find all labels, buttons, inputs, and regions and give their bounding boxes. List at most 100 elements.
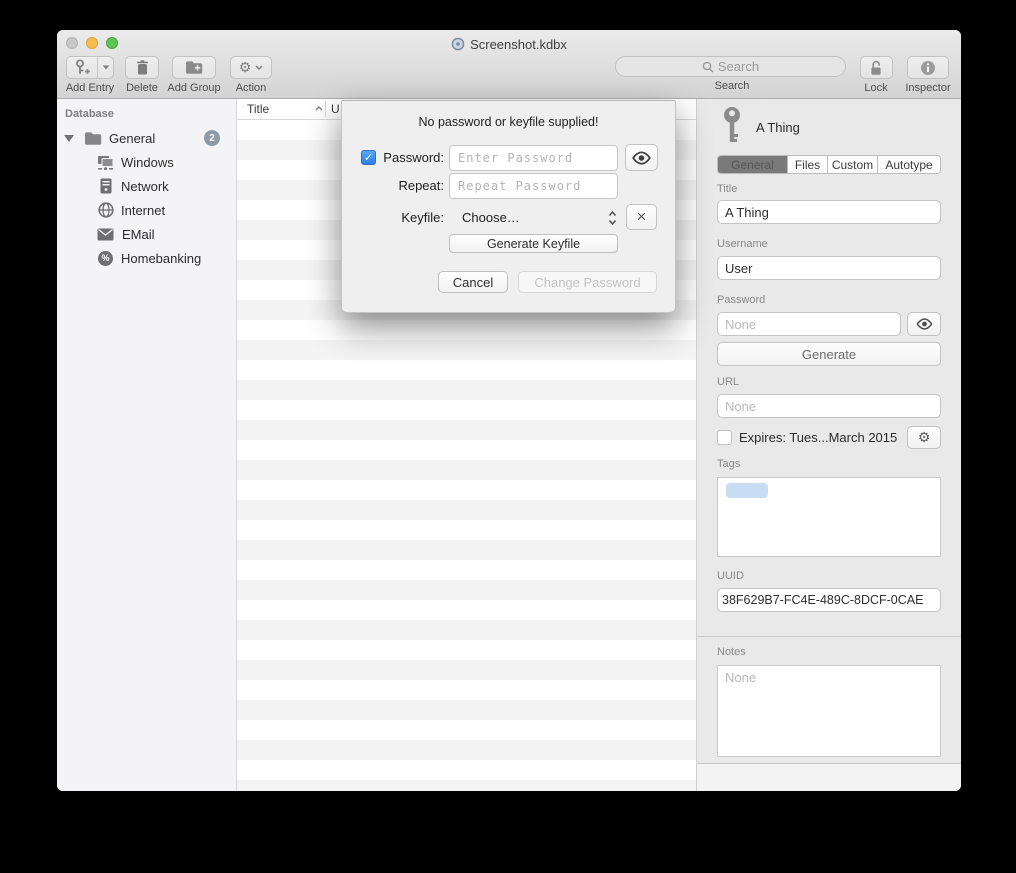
table-row[interactable] <box>237 340 696 360</box>
sidebar-item-network[interactable]: Network <box>57 175 236 197</box>
app-window: Screenshot.kdbx Add Entry <box>57 30 961 791</box>
notes-field[interactable] <box>717 665 941 757</box>
table-row[interactable] <box>237 560 696 580</box>
table-row[interactable] <box>237 500 696 520</box>
table-row[interactable] <box>237 460 696 480</box>
add-entry-button[interactable] <box>66 56 114 79</box>
disclosure-triangle-icon[interactable] <box>64 135 74 142</box>
tab-custom[interactable]: Custom <box>828 156 878 173</box>
clear-keyfile-button[interactable]: × <box>626 204 657 230</box>
table-row[interactable] <box>237 600 696 620</box>
uuid-field[interactable] <box>717 588 941 612</box>
delete-button[interactable] <box>125 56 159 79</box>
tab-autotype[interactable]: Autotype <box>878 156 940 173</box>
delete-label: Delete <box>121 82 163 94</box>
reveal-password-button[interactable] <box>625 144 658 171</box>
table-row[interactable] <box>237 520 696 540</box>
add-entry-label: Add Entry <box>59 82 121 94</box>
table-row[interactable] <box>237 680 696 700</box>
folder-plus-icon <box>185 60 204 75</box>
stepper-icon[interactable] <box>608 210 617 226</box>
entry-title: A Thing <box>756 120 800 135</box>
password-field[interactable] <box>717 312 901 336</box>
title-field[interactable] <box>717 200 941 224</box>
toolbar-item-action: ⚙ Action <box>227 56 275 94</box>
username-field[interactable] <box>717 256 941 280</box>
key-icon <box>722 107 742 145</box>
table-row[interactable] <box>237 620 696 640</box>
window-title-text: Screenshot.kdbx <box>470 37 567 52</box>
expires-checkbox[interactable] <box>717 430 732 445</box>
keyfile-popup[interactable]: Choose… <box>462 205 520 231</box>
expires-label: Expires: Tues...March 2015 <box>739 430 897 446</box>
eye-icon <box>631 151 652 165</box>
tab-general[interactable]: General <box>718 156 788 173</box>
table-row[interactable] <box>237 740 696 760</box>
tags-field[interactable] <box>717 477 941 557</box>
table-row[interactable] <box>237 660 696 680</box>
server-icon <box>99 178 113 194</box>
sort-ascending-icon <box>315 106 323 111</box>
change-password-sheet: No password or keyfile supplied! ✓ Passw… <box>341 100 676 313</box>
table-row[interactable] <box>237 320 696 340</box>
url-field[interactable] <box>717 394 941 418</box>
generate-password-button[interactable]: Generate <box>717 342 941 366</box>
generate-keyfile-button[interactable]: Generate Keyfile <box>449 234 618 253</box>
key-plus-icon <box>67 57 97 78</box>
column-header-title[interactable]: Title <box>247 102 269 116</box>
table-row[interactable] <box>237 440 696 460</box>
table-row[interactable] <box>237 380 696 400</box>
inspector-button[interactable] <box>907 56 949 79</box>
table-row[interactable] <box>237 360 696 380</box>
cancel-button[interactable]: Cancel <box>438 271 508 293</box>
tag-token[interactable] <box>726 483 768 498</box>
lock-label: Lock <box>856 82 896 94</box>
url-field-label: URL <box>717 376 739 388</box>
toolbar-item-lock: Lock <box>856 56 896 94</box>
table-row[interactable] <box>237 400 696 420</box>
sidebar-item-internet[interactable]: Internet <box>57 199 236 221</box>
lock-button[interactable] <box>860 56 893 79</box>
sidebar-item-email[interactable]: EMail <box>57 223 236 245</box>
table-row[interactable] <box>237 700 696 720</box>
add-entry-dropdown[interactable] <box>98 57 113 78</box>
repeat-input[interactable] <box>449 173 618 199</box>
table-row[interactable] <box>237 540 696 560</box>
expires-settings-button[interactable]: ⚙ <box>907 426 941 449</box>
table-row[interactable] <box>237 420 696 440</box>
sidebar-item-general[interactable]: General 2 <box>57 127 236 149</box>
table-row[interactable] <box>237 780 696 791</box>
table-row[interactable] <box>237 480 696 500</box>
notes-field-label: Notes <box>717 646 746 658</box>
sidebar-item-label: General <box>109 131 155 146</box>
table-row[interactable] <box>237 720 696 740</box>
inspector-divider <box>697 636 961 637</box>
uuid-field-label: UUID <box>717 570 744 582</box>
keyfile-label: Keyfile: <box>378 205 444 231</box>
tab-files[interactable]: Files <box>788 156 828 173</box>
table-row[interactable] <box>237 640 696 660</box>
column-divider[interactable] <box>325 101 326 117</box>
column-header-username[interactable]: U <box>331 102 340 116</box>
search-placeholder: Search <box>718 59 759 74</box>
group-count-badge: 2 <box>204 130 220 146</box>
change-password-button[interactable]: Change Password <box>518 271 657 293</box>
chevron-down-icon <box>102 66 108 70</box>
add-group-button[interactable] <box>172 56 216 79</box>
action-label: Action <box>227 82 275 94</box>
password-input[interactable] <box>449 145 618 171</box>
table-row[interactable] <box>237 580 696 600</box>
search-input[interactable]: Search <box>615 56 846 77</box>
gear-icon: ⚙ <box>918 430 931 446</box>
gear-icon: ⚙ <box>239 60 252 76</box>
sidebar-item-homebanking[interactable]: % Homebanking <box>57 247 236 269</box>
sidebar-item-label: Network <box>121 179 169 194</box>
password-label: Password: <box>374 145 444 171</box>
sidebar-item-windows[interactable]: Windows <box>57 151 236 173</box>
table-row[interactable] <box>237 760 696 780</box>
title-field-label: Title <box>717 183 737 195</box>
sidebar-section-header: Database <box>65 108 114 120</box>
trash-icon <box>136 60 149 75</box>
reveal-password-button[interactable] <box>907 312 941 336</box>
action-button[interactable]: ⚙ <box>230 56 272 79</box>
